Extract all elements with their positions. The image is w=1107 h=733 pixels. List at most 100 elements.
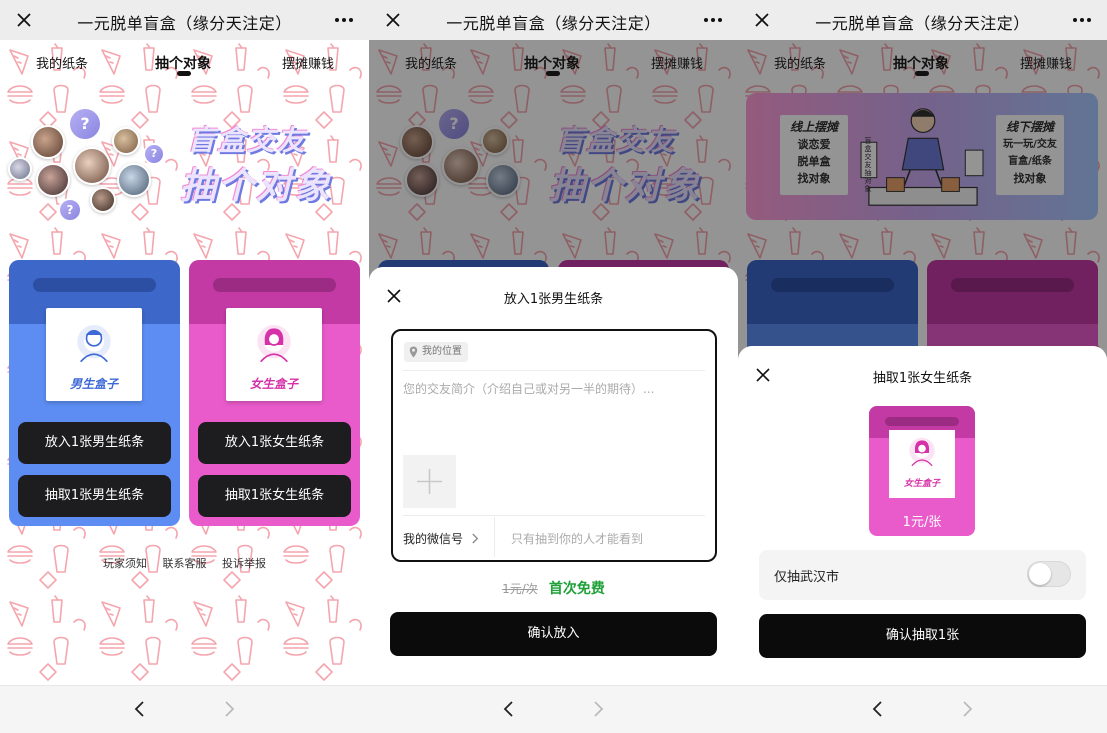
question-bubble-icon: ? (143, 143, 165, 165)
intro-textarea[interactable]: 您的交友简介（介绍自己或对另一半的期待）... (403, 380, 654, 397)
back-arrow-icon[interactable] (498, 698, 520, 720)
active-tab-indicator (915, 71, 929, 76)
wechat-input[interactable]: 只有抽到你的人才能看到 (511, 530, 643, 547)
contact-service-link[interactable]: 联系客服 (157, 557, 213, 570)
avatar (31, 125, 65, 159)
male-box-card: 男生盒子 放入1张男生纸条 抽取1张男生纸条 (9, 260, 180, 526)
banner-title-line2: 抽个对象 (180, 166, 333, 207)
draw-note-screen: 一元脱单盲盒（缘分天注定） 我的纸条 抽个对象 摆摊赚钱 线上摆摊 谈恋爱 脱单… (738, 0, 1107, 733)
forward-arrow-icon[interactable] (587, 698, 609, 720)
coin-slot (885, 417, 959, 426)
banner-title-line1: 盲盒交友 (187, 124, 308, 157)
avatar (36, 163, 70, 197)
note-form: 我的位置 您的交友简介（介绍自己或对另一半的期待）... 我的微信号 只有抽到你… (391, 329, 717, 562)
female-box-label: 女生盒子 (249, 377, 298, 391)
draw-female-note-button[interactable]: 抽取1张女生纸条 (198, 475, 351, 517)
female-box: 女生盒子 (226, 308, 322, 401)
chevron-right-icon (472, 533, 479, 544)
home-screen: 一元脱单盲盒（缘分天注定） 我的纸条 抽个对象 摆摊赚钱 ? ? ? 盲盒交友 … (0, 0, 369, 733)
female-box: 女生盒子 (889, 430, 955, 498)
male-box-label: 男生盒子 (69, 377, 118, 391)
male-box: 男生盒子 (46, 308, 142, 401)
price-row: 1元/次 首次免费 (369, 578, 738, 598)
wechat-label-text: 我的微信号 (403, 532, 464, 546)
female-avatar-icon (909, 437, 935, 467)
confirm-draw-button[interactable]: 确认抽取1张 (759, 614, 1086, 658)
draw-note-sheet: 抽取1张女生纸条 女生盒子 1元/张 仅抽武汉市 确认抽取1张 (738, 346, 1107, 685)
forward-arrow-icon[interactable] (956, 698, 978, 720)
tab-draw-partner[interactable]: 抽个对象 (155, 53, 211, 73)
put-note-screen: 一元脱单盲盒（缘分天注定） 我的纸条 抽个对象 摆摊赚钱 ? 盲盒交友 抽个对象… (369, 0, 738, 733)
more-options-icon[interactable] (1069, 10, 1095, 30)
city-filter-label: 仅抽武汉市 (774, 570, 840, 585)
toggle-knob (1029, 563, 1051, 585)
tab-draw-partner[interactable]: 抽个对象 (524, 53, 580, 73)
tab-my-notes[interactable]: 我的纸条 (405, 53, 457, 72)
male-avatar-icon (77, 325, 111, 363)
question-bubble-icon: ? (58, 198, 82, 222)
report-complaint-link[interactable]: 投诉举报 (216, 557, 272, 570)
sheet-title: 抽取1张女生纸条 (872, 371, 973, 386)
active-tab-indicator (546, 71, 560, 76)
add-photo-button[interactable] (403, 455, 456, 508)
tab-bar: 我的纸条 抽个对象 摆摊赚钱 (738, 40, 1107, 86)
divider (494, 517, 495, 557)
tab-bar: 我的纸条 抽个对象 摆摊赚钱 (369, 40, 738, 86)
avatar (112, 127, 140, 155)
avatar (8, 157, 32, 181)
city-filter-row: 仅抽武汉市 (759, 550, 1086, 600)
city-filter-toggle[interactable] (1027, 561, 1071, 587)
browser-bottom-bar (369, 685, 738, 733)
tab-draw-partner[interactable]: 抽个对象 (893, 53, 949, 73)
put-female-note-button[interactable]: 放入1张女生纸条 (198, 422, 351, 464)
female-box-preview: 女生盒子 1元/张 (869, 406, 975, 536)
tab-stall-earn[interactable]: 摆摊赚钱 (651, 53, 703, 72)
active-tab-indicator (177, 71, 191, 76)
location-chip[interactable]: 我的位置 (404, 342, 468, 362)
forward-arrow-icon[interactable] (218, 698, 240, 720)
tab-stall-earn[interactable]: 摆摊赚钱 (1020, 53, 1072, 72)
put-note-sheet: 放入1张男生纸条 我的位置 您的交友简介（介绍自己或对另一半的期待）... 我的… (369, 267, 738, 685)
female-box-card: 女生盒子 放入1张女生纸条 抽取1张女生纸条 (189, 260, 360, 526)
avatar (90, 187, 116, 213)
footer-links: 玩家须知 联系客服 投诉举报 (0, 555, 369, 571)
tab-stall-earn[interactable]: 摆摊赚钱 (282, 53, 334, 72)
avatar (73, 147, 111, 185)
confirm-put-button[interactable]: 确认放入 (390, 612, 717, 656)
browser-bottom-bar (0, 685, 369, 733)
tab-bar: 我的纸条 抽个对象 摆摊赚钱 (0, 40, 369, 86)
sheet-title: 放入1张男生纸条 (503, 292, 604, 307)
player-notice-link[interactable]: 玩家须知 (97, 557, 153, 570)
plus-icon (417, 469, 442, 494)
location-chip-label: 我的位置 (422, 346, 462, 357)
more-options-icon[interactable] (700, 10, 726, 30)
blind-box-banner: ? ? ? 盲盒交友 抽个对象 (0, 95, 369, 235)
window-title: 一元脱单盲盒（缘分天注定） (815, 14, 1030, 33)
coin-slot (33, 278, 156, 292)
title-bar: 一元脱单盲盒（缘分天注定） (738, 0, 1107, 40)
female-avatar-icon (257, 325, 291, 363)
draw-male-note-button[interactable]: 抽取1张男生纸条 (18, 475, 171, 517)
more-options-icon[interactable] (331, 10, 357, 30)
put-male-note-button[interactable]: 放入1张男生纸条 (18, 422, 171, 464)
question-bubble-icon: ? (68, 107, 102, 141)
original-price: 1元/次 (502, 582, 538, 596)
window-title: 一元脱单盲盒（缘分天注定） (77, 14, 292, 33)
back-arrow-icon[interactable] (867, 698, 889, 720)
back-arrow-icon[interactable] (129, 698, 151, 720)
first-free-label: 首次免费 (548, 581, 605, 597)
title-bar: 一元脱单盲盒（缘分天注定） (0, 0, 369, 40)
divider (403, 515, 705, 516)
tab-my-notes[interactable]: 我的纸条 (36, 53, 88, 72)
female-box-label: 女生盒子 (903, 479, 940, 489)
browser-bottom-bar (738, 685, 1107, 733)
box-price: 1元/张 (902, 515, 942, 530)
coin-slot (213, 278, 336, 292)
title-bar: 一元脱单盲盒（缘分天注定） (369, 0, 738, 40)
window-title: 一元脱单盲盒（缘分天注定） (446, 14, 661, 33)
location-pin-icon (409, 346, 418, 358)
wechat-label[interactable]: 我的微信号 (403, 530, 480, 547)
divider (403, 370, 705, 371)
tab-my-notes[interactable]: 我的纸条 (774, 53, 826, 72)
avatar (117, 163, 151, 197)
